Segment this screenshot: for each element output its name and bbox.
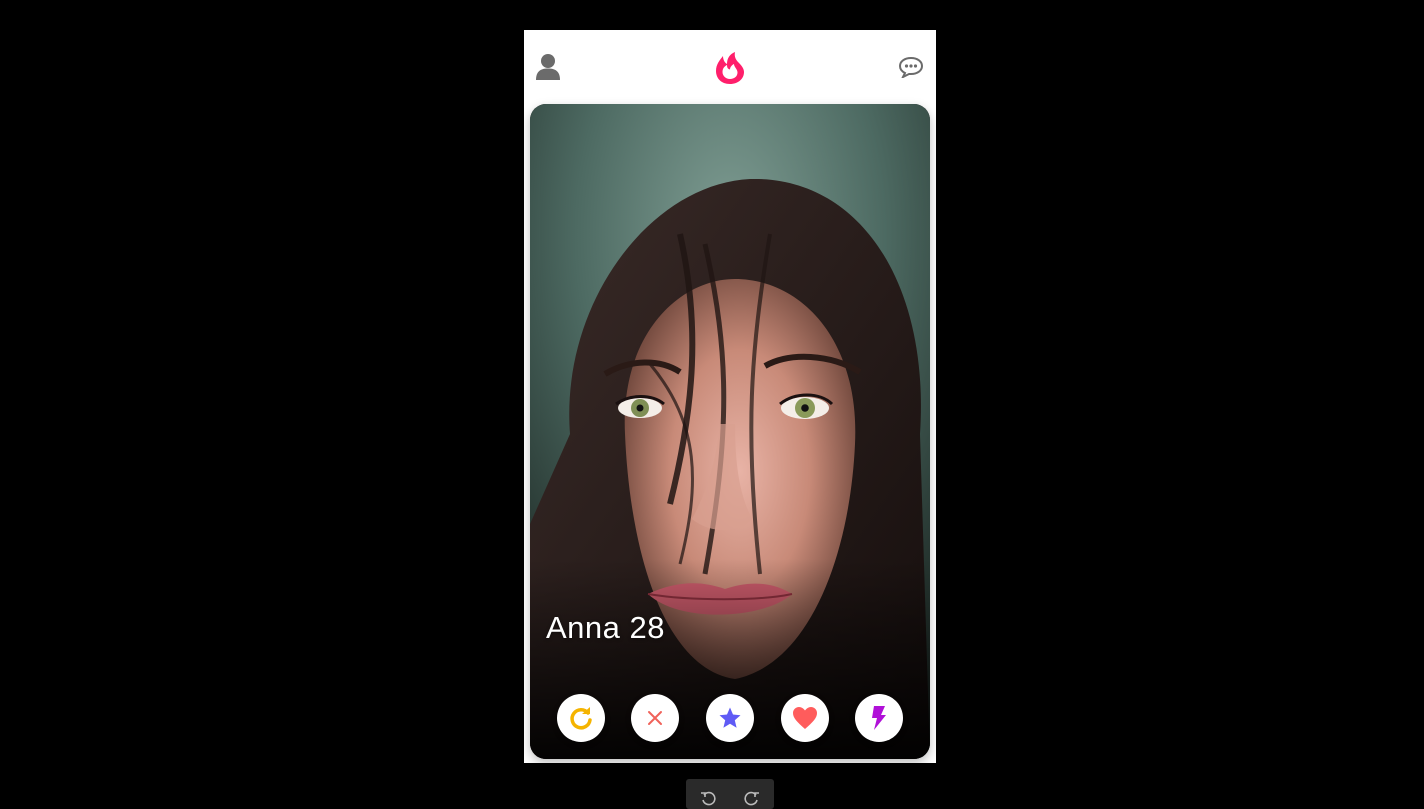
profile-button[interactable]: [534, 52, 562, 82]
heart-icon: [793, 707, 817, 729]
rewind-button[interactable]: [557, 694, 605, 742]
chat-bubble-icon: [898, 56, 924, 78]
profile-name-age: Anna 28: [546, 610, 665, 645]
phone-frame: Anna 28: [524, 30, 936, 763]
super-like-button[interactable]: [706, 694, 754, 742]
top-bar: [524, 30, 936, 104]
person-icon: [536, 54, 560, 80]
profile-card[interactable]: Anna 28: [530, 104, 930, 759]
rotate-right-button[interactable]: [743, 789, 761, 807]
boost-button[interactable]: [855, 694, 903, 742]
viewer-controls: [686, 779, 774, 809]
rotate-left-icon: [701, 791, 716, 806]
rotate-left-button[interactable]: [699, 789, 717, 807]
nope-button[interactable]: [631, 694, 679, 742]
lightning-icon: [872, 706, 886, 730]
like-button[interactable]: [781, 694, 829, 742]
close-icon: [648, 711, 662, 725]
action-bar: [530, 694, 930, 742]
app-logo[interactable]: [714, 50, 746, 86]
chat-button[interactable]: [897, 54, 925, 80]
flame-logo-icon: [716, 52, 744, 84]
star-icon: [719, 707, 741, 728]
rotate-right-icon: [744, 791, 759, 806]
rewind-icon: [570, 707, 592, 730]
